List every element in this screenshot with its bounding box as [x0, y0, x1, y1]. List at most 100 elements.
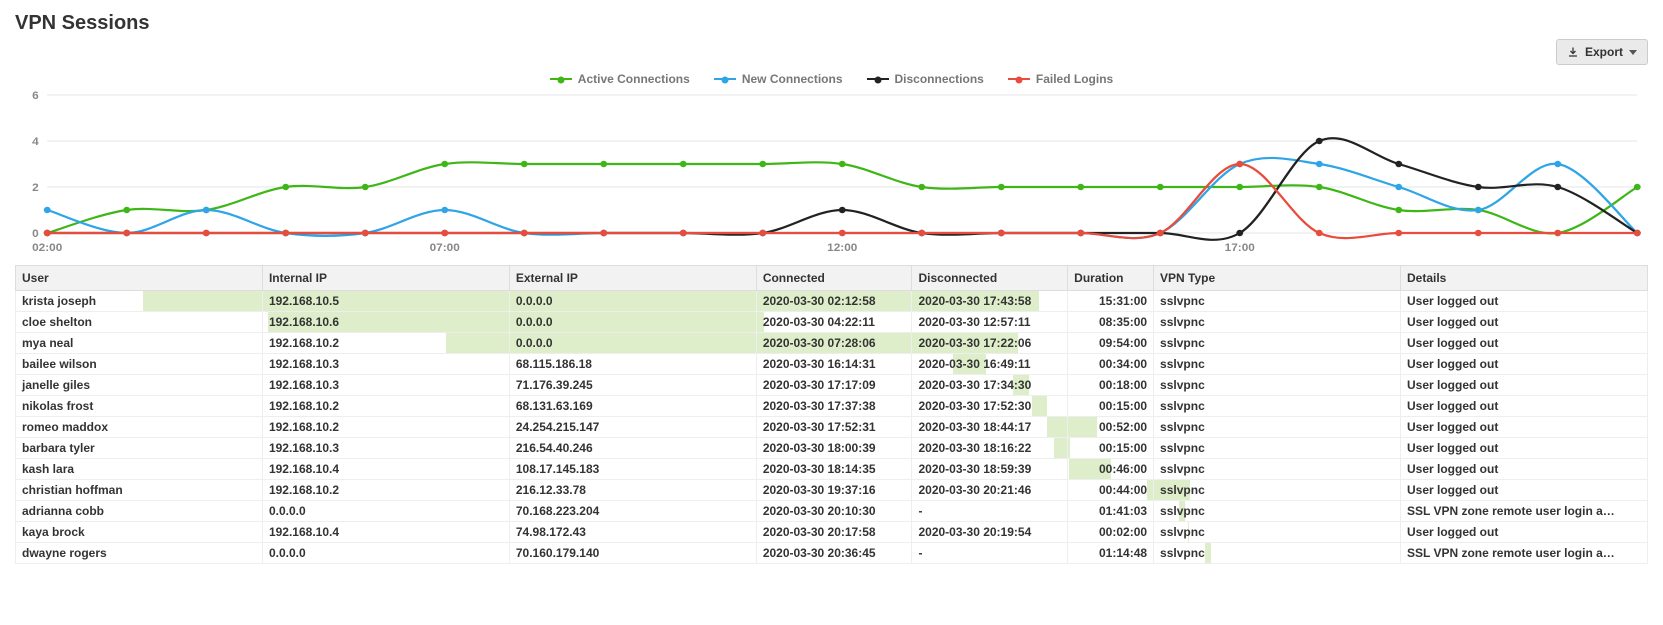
chevron-down-icon	[1629, 50, 1637, 55]
table-row[interactable]: barbara tyler192.168.10.3216.54.40.24620…	[16, 438, 1648, 459]
cell: 2020-03-30 20:19:54	[912, 522, 1068, 543]
cell: 2020-03-30 20:10:30	[756, 501, 912, 522]
cell: 2020-03-30 17:17:09	[756, 375, 912, 396]
cell: 2020-03-30 20:21:46	[912, 480, 1068, 501]
cell: 2020-03-30 18:00:39	[756, 438, 912, 459]
cell: 0.0.0.0	[509, 291, 756, 312]
cell: sslvpnc	[1154, 333, 1401, 354]
cell: bailee wilson	[16, 354, 263, 375]
cell: 01:41:03	[1068, 501, 1154, 522]
cell: 216.12.33.78	[509, 480, 756, 501]
cell: 68.131.63.169	[509, 396, 756, 417]
cell: janelle giles	[16, 375, 263, 396]
cell: sslvpnc	[1154, 522, 1401, 543]
table-row[interactable]: krista joseph192.168.10.50.0.0.02020-03-…	[16, 291, 1648, 312]
table-row[interactable]: adrianna cobb0.0.0.070.168.223.2042020-0…	[16, 501, 1648, 522]
column-header[interactable]: VPN Type	[1154, 266, 1401, 291]
sessions-table: UserInternal IPExternal IPConnectedDisco…	[15, 265, 1648, 564]
table-row[interactable]: christian hoffman192.168.10.2216.12.33.7…	[16, 480, 1648, 501]
cell: sslvpnc	[1154, 396, 1401, 417]
cell: sslvpnc	[1154, 480, 1401, 501]
table-row[interactable]: kash lara192.168.10.4108.17.145.1832020-…	[16, 459, 1648, 480]
cell: 0.0.0.0	[262, 543, 509, 564]
cell: 2020-03-30 20:36:45	[756, 543, 912, 564]
cell: User logged out	[1400, 375, 1647, 396]
cell: User logged out	[1400, 459, 1647, 480]
cell: 00:46:00	[1068, 459, 1154, 480]
cell: 2020-03-30 17:22:06	[912, 333, 1068, 354]
legend-item[interactable]: Disconnections	[867, 72, 984, 86]
cell: 192.168.10.2	[262, 396, 509, 417]
cell: User logged out	[1400, 354, 1647, 375]
cell: User logged out	[1400, 396, 1647, 417]
cell: 70.160.179.140	[509, 543, 756, 564]
table-row[interactable]: bailee wilson192.168.10.368.115.186.1820…	[16, 354, 1648, 375]
cell: User logged out	[1400, 291, 1647, 312]
cell: User logged out	[1400, 480, 1647, 501]
toolbar: Export	[15, 39, 1648, 65]
cell: sslvpnc	[1154, 543, 1401, 564]
cell: 2020-03-30 16:49:11	[912, 354, 1068, 375]
cell: 192.168.10.2	[262, 417, 509, 438]
cell: 24.254.215.147	[509, 417, 756, 438]
cell: 08:35:00	[1068, 312, 1154, 333]
cell: 09:54:00	[1068, 333, 1154, 354]
cell: sslvpnc	[1154, 291, 1401, 312]
cell: sslvpnc	[1154, 459, 1401, 480]
column-header[interactable]: Duration	[1068, 266, 1154, 291]
table-row[interactable]: dwayne rogers0.0.0.070.160.179.1402020-0…	[16, 543, 1648, 564]
table-row[interactable]: janelle giles192.168.10.371.176.39.24520…	[16, 375, 1648, 396]
cell: User logged out	[1400, 333, 1647, 354]
cell: kash lara	[16, 459, 263, 480]
cell: christian hoffman	[16, 480, 263, 501]
cell: adrianna cobb	[16, 501, 263, 522]
cell: 2020-03-30 17:52:30	[912, 396, 1068, 417]
table-row[interactable]: cloe shelton192.168.10.60.0.0.02020-03-3…	[16, 312, 1648, 333]
table-row[interactable]: romeo maddox192.168.10.224.254.215.14720…	[16, 417, 1648, 438]
cell: 2020-03-30 07:28:06	[756, 333, 912, 354]
cell: 2020-03-30 18:59:39	[912, 459, 1068, 480]
legend-label: New Connections	[742, 72, 843, 86]
sessions-chart: Active Connections New Connections Disconn…	[15, 69, 1648, 255]
cell: -	[912, 501, 1068, 522]
cell: User logged out	[1400, 312, 1647, 333]
cell: 2020-03-30 16:14:31	[756, 354, 912, 375]
cell: 192.168.10.4	[262, 522, 509, 543]
table-row[interactable]: nikolas frost192.168.10.268.131.63.169 20…	[16, 396, 1648, 417]
svg-text:02:00: 02:00	[32, 242, 62, 254]
column-header[interactable]: Details	[1400, 266, 1647, 291]
legend-item[interactable]: Active Connections	[550, 72, 690, 86]
cell: 2020-03-30 18:44:17	[912, 417, 1068, 438]
column-header[interactable]: Connected	[756, 266, 912, 291]
svg-text:17:00: 17:00	[1225, 242, 1255, 254]
cell: 192.168.10.3	[262, 438, 509, 459]
svg-text:12:00: 12:00	[827, 242, 857, 254]
column-header[interactable]: Disconnected	[912, 266, 1068, 291]
cell: 2020-03-30 12:57:11	[912, 312, 1068, 333]
cell: sslvpnc	[1154, 417, 1401, 438]
cell: sslvpnc	[1154, 354, 1401, 375]
cell: 2020-03-30 18:16:22	[912, 438, 1068, 459]
cell: nikolas frost	[16, 396, 263, 417]
svg-text:4: 4	[32, 136, 39, 148]
column-header[interactable]: User	[16, 266, 263, 291]
column-header[interactable]: Internal IP	[262, 266, 509, 291]
cell: 2020-03-30 17:52:31	[756, 417, 912, 438]
cell: 2020-03-30 17:43:58	[912, 291, 1068, 312]
svg-text:07:00: 07:00	[430, 242, 460, 254]
cell: 2020-03-30 17:34:30	[912, 375, 1068, 396]
page-title: VPN Sessions	[15, 12, 1648, 35]
legend-item[interactable]: Failed Logins	[1008, 72, 1113, 86]
cell: sslvpnc	[1154, 501, 1401, 522]
cell: 00:15:00	[1068, 438, 1154, 459]
cell: 192.168.10.4	[262, 459, 509, 480]
cell: 0.0.0.0	[262, 501, 509, 522]
legend-item[interactable]: New Connections	[714, 72, 843, 86]
table-row[interactable]: kaya brock192.168.10.474.98.172.432020-0…	[16, 522, 1648, 543]
cell: 2020-03-30 04:22:11	[756, 312, 912, 333]
cell: 00:18:00	[1068, 375, 1154, 396]
cell: 192.168.10.2	[262, 480, 509, 501]
column-header[interactable]: External IP	[509, 266, 756, 291]
table-row[interactable]: mya neal192.168.10.20.0.0.02020-03-30 07…	[16, 333, 1648, 354]
export-button[interactable]: Export	[1556, 39, 1648, 65]
